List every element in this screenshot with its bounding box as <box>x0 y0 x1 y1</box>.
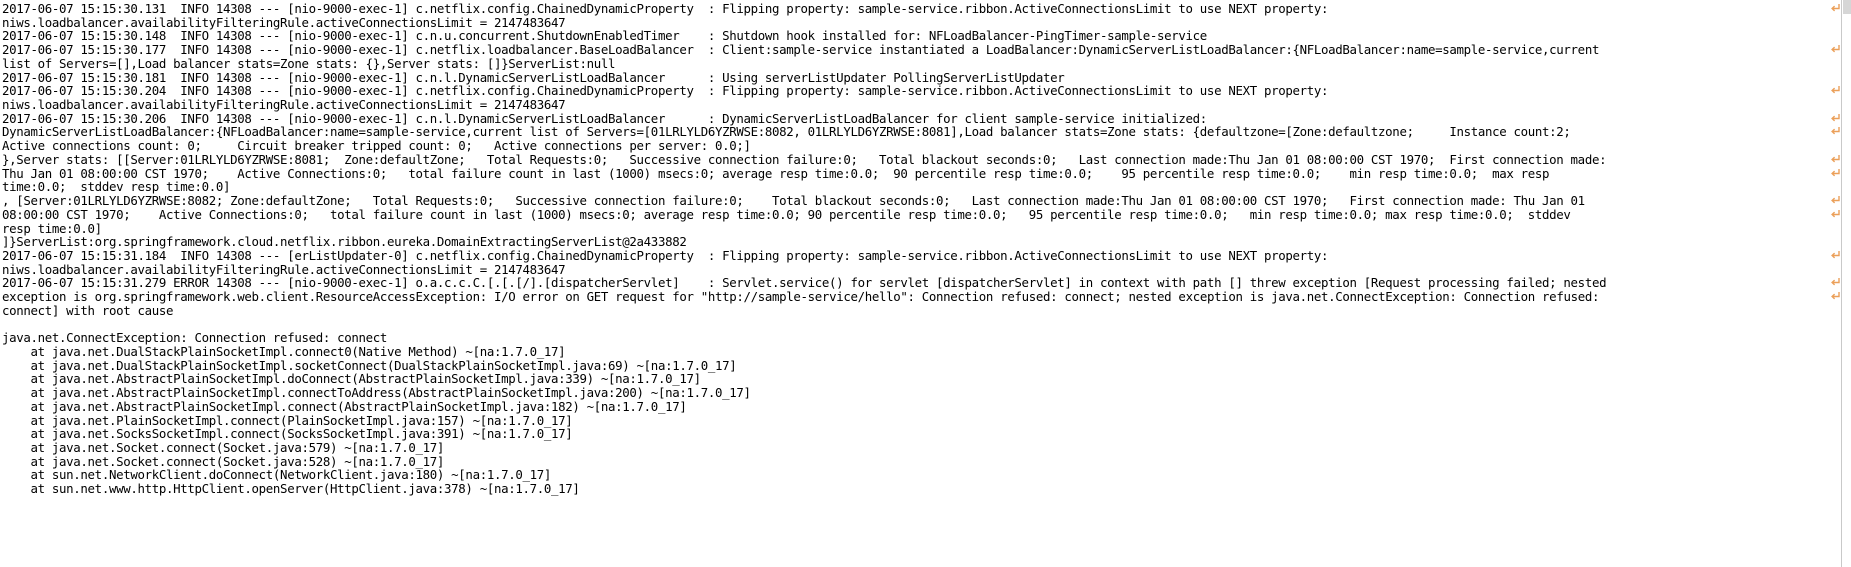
log-line: 2017-06-07 15:15:30.181 INFO 14308 --- [… <box>2 69 1065 85</box>
log-line: DynamicServerListLoadBalancer:{NFLoadBal… <box>2 124 1571 140</box>
log-line: 2017-06-07 15:15:31.279 ERROR 14308 --- … <box>2 275 1607 291</box>
log-line: resp time:0.0] <box>2 220 102 236</box>
soft-wrap-return-arrow-icon <box>1830 250 1841 261</box>
log-line: 2017-06-07 15:15:30.206 INFO 14308 --- [… <box>2 110 1207 126</box>
log-line-blank <box>2 318 1827 332</box>
log-line: 2017-06-07 15:15:30.204 INFO 14308 --- [… <box>2 83 1329 99</box>
log-line: niws.loadbalancer.availabilityFilteringR… <box>2 97 566 113</box>
log-line: at java.net.AbstractPlainSocketImpl.doCo… <box>2 371 702 387</box>
log-line: connect] with root cause <box>2 302 174 318</box>
log-line: at sun.net.NetworkClient.doConnect(Netwo… <box>2 467 552 483</box>
log-line: at java.net.Socket.connect(Socket.java:5… <box>2 453 445 469</box>
log-line: niws.loadbalancer.availabilityFilteringR… <box>2 14 566 30</box>
soft-wrap-return-arrow-icon <box>1830 291 1841 302</box>
log-line: },Server stats: [[Server:01LRLYLD6YZRWSE… <box>2 151 1607 167</box>
log-line: ]}ServerList:org.springframework.cloud.n… <box>2 234 687 250</box>
log-line: at sun.net.www.http.HttpClient.openServe… <box>2 481 580 497</box>
soft-wrap-return-arrow-icon <box>1830 195 1841 206</box>
soft-wrap-return-arrow-icon <box>1830 85 1841 96</box>
log-line: 2017-06-07 15:15:30.177 INFO 14308 --- [… <box>2 42 1600 58</box>
log-line: , [Server:01LRLYLD6YZRWSE:8082; Zone:def… <box>2 193 1585 209</box>
log-line: at java.net.AbstractPlainSocketImpl.conn… <box>2 385 751 401</box>
log-line: Active connections count: 0; Circuit bre… <box>2 138 751 154</box>
log-line: 2017-06-07 15:15:31.184 INFO 14308 --- [… <box>2 247 1329 263</box>
log-line: at java.net.PlainSocketImpl.connect(Plai… <box>2 412 573 428</box>
log-line: exception is org.springframework.web.cli… <box>2 289 1600 305</box>
soft-wrap-return-arrow-icon <box>1830 126 1841 137</box>
vertical-scrollbar-track[interactable] <box>1841 0 1851 567</box>
log-line: 2017-06-07 15:15:30.131 INFO 14308 --- [… <box>2 1 1329 16</box>
soft-wrap-indicator-gutter <box>1827 0 1841 567</box>
log-line: niws.loadbalancer.availabilityFilteringR… <box>2 261 566 277</box>
log-line: java.net.ConnectException: Connection re… <box>2 330 388 346</box>
log-line: at java.net.AbstractPlainSocketImpl.conn… <box>2 398 687 414</box>
log-line: 2017-06-07 15:15:30.148 INFO 14308 --- [… <box>2 28 1207 44</box>
log-line: 08:00:00 CST 1970; Active Connections:0;… <box>2 206 1571 222</box>
log-line: time:0.0; stddev resp time:0.0] <box>2 179 231 195</box>
log-text-area[interactable]: 2017-06-07 15:15:30.131 INFO 14308 --- [… <box>0 0 1827 567</box>
soft-wrap-return-arrow-icon <box>1830 44 1841 55</box>
soft-wrap-return-arrow-icon <box>1830 168 1841 179</box>
log-line: at java.net.Socket.connect(Socket.java:5… <box>2 440 445 455</box>
log-line: Thu Jan 01 08:00:00 CST 1970; Active Con… <box>2 165 1550 181</box>
soft-wrap-return-arrow-icon <box>1830 209 1841 220</box>
log-line: list of Servers=[],Load balancer stats=Z… <box>2 55 616 71</box>
vertical-scrollbar-thumb[interactable] <box>1843 0 1851 14</box>
soft-wrap-return-arrow-icon <box>1830 3 1841 14</box>
soft-wrap-return-arrow-icon <box>1830 113 1841 124</box>
service-url-link[interactable]: http://sample-service/hello <box>708 289 901 304</box>
console-output-panel[interactable]: 2017-06-07 15:15:30.131 INFO 14308 --- [… <box>0 0 1851 567</box>
soft-wrap-return-arrow-icon <box>1830 154 1841 165</box>
log-line: at java.net.DualStackPlainSocketImpl.con… <box>2 343 566 359</box>
log-line: at java.net.SocksSocketImpl.connect(Sock… <box>2 426 573 442</box>
soft-wrap-return-arrow-icon <box>1830 277 1841 288</box>
log-line: at java.net.DualStackPlainSocketImpl.soc… <box>2 357 737 373</box>
